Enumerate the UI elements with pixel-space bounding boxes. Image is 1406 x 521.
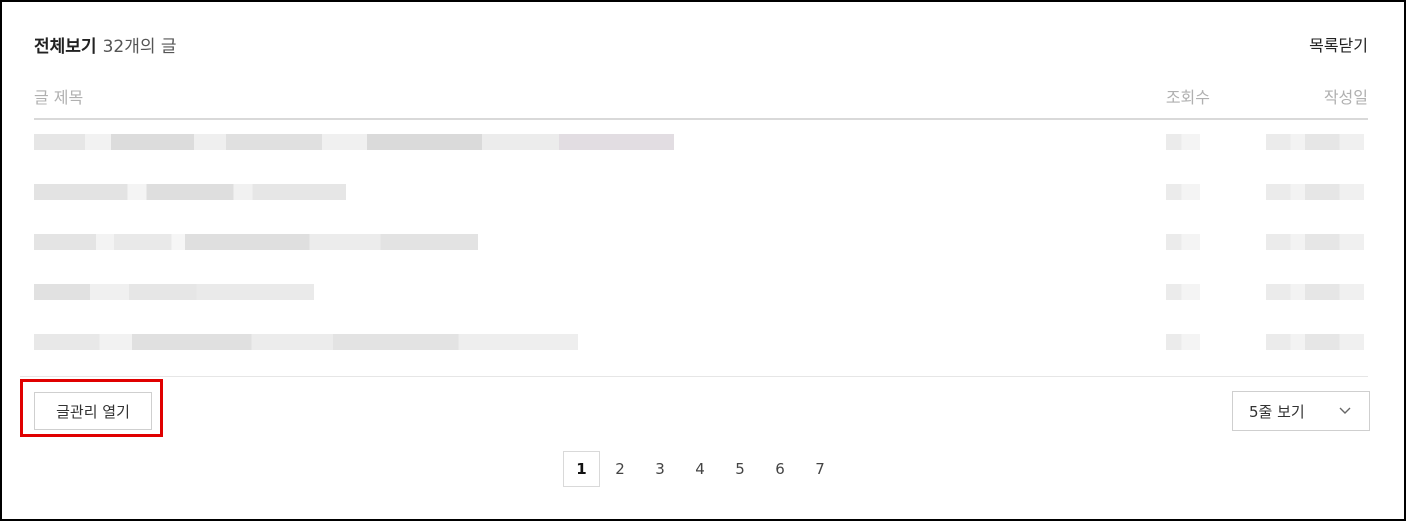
close-list-link[interactable]: 목록닫기 xyxy=(1309,32,1368,56)
rows-select-label: 5줄 보기 xyxy=(1249,402,1305,421)
column-date: 작성일 xyxy=(1323,88,1368,107)
blurred-post-title[interactable] xyxy=(34,284,314,300)
blurred-view-count xyxy=(1166,184,1200,200)
post-row[interactable] xyxy=(34,170,1368,220)
blurred-view-count xyxy=(1166,334,1200,350)
blurred-view-count xyxy=(1166,134,1200,150)
blurred-post-title[interactable] xyxy=(34,334,578,350)
blurred-post-title[interactable] xyxy=(34,234,478,250)
blurred-date xyxy=(1266,334,1364,350)
post-rows xyxy=(34,120,1368,370)
post-row[interactable] xyxy=(34,220,1368,270)
post-row[interactable] xyxy=(34,320,1368,370)
list-header: 전체보기 32개의 글 목록닫기 xyxy=(34,32,1368,60)
post-list-panel: 전체보기 32개의 글 목록닫기 글 제목 조회수 작성일 글관리 열기 5줄 … xyxy=(0,0,1406,521)
blurred-view-count xyxy=(1166,284,1200,300)
list-title: 전체보기 xyxy=(34,37,97,57)
manage-posts-button[interactable]: 글관리 열기 xyxy=(34,392,152,430)
chevron-down-icon xyxy=(1339,407,1351,414)
page-link[interactable]: 2 xyxy=(600,451,640,487)
page-current[interactable]: 1 xyxy=(563,451,600,487)
blurred-date xyxy=(1266,234,1364,250)
blurred-post-title[interactable] xyxy=(34,134,674,150)
footer-divider xyxy=(20,376,1368,377)
pagination: 1 2 3 4 5 6 7 xyxy=(563,451,840,487)
page-link[interactable]: 3 xyxy=(640,451,680,487)
column-header: 글 제목 조회수 작성일 xyxy=(34,84,1368,120)
post-count: 32개의 글 xyxy=(102,37,177,57)
rows-per-page-select[interactable]: 5줄 보기 xyxy=(1232,391,1370,431)
blurred-view-count xyxy=(1166,234,1200,250)
page-link[interactable]: 4 xyxy=(680,451,720,487)
column-title: 글 제목 xyxy=(34,88,84,107)
page-link[interactable]: 6 xyxy=(760,451,800,487)
blurred-date xyxy=(1266,284,1364,300)
column-views: 조회수 xyxy=(1165,88,1210,107)
post-row[interactable] xyxy=(34,120,1368,170)
page-link[interactable]: 7 xyxy=(800,451,840,487)
blurred-post-title[interactable] xyxy=(34,184,346,200)
blurred-date xyxy=(1266,134,1364,150)
page-link[interactable]: 5 xyxy=(720,451,760,487)
blurred-date xyxy=(1266,184,1364,200)
post-row[interactable] xyxy=(34,270,1368,320)
